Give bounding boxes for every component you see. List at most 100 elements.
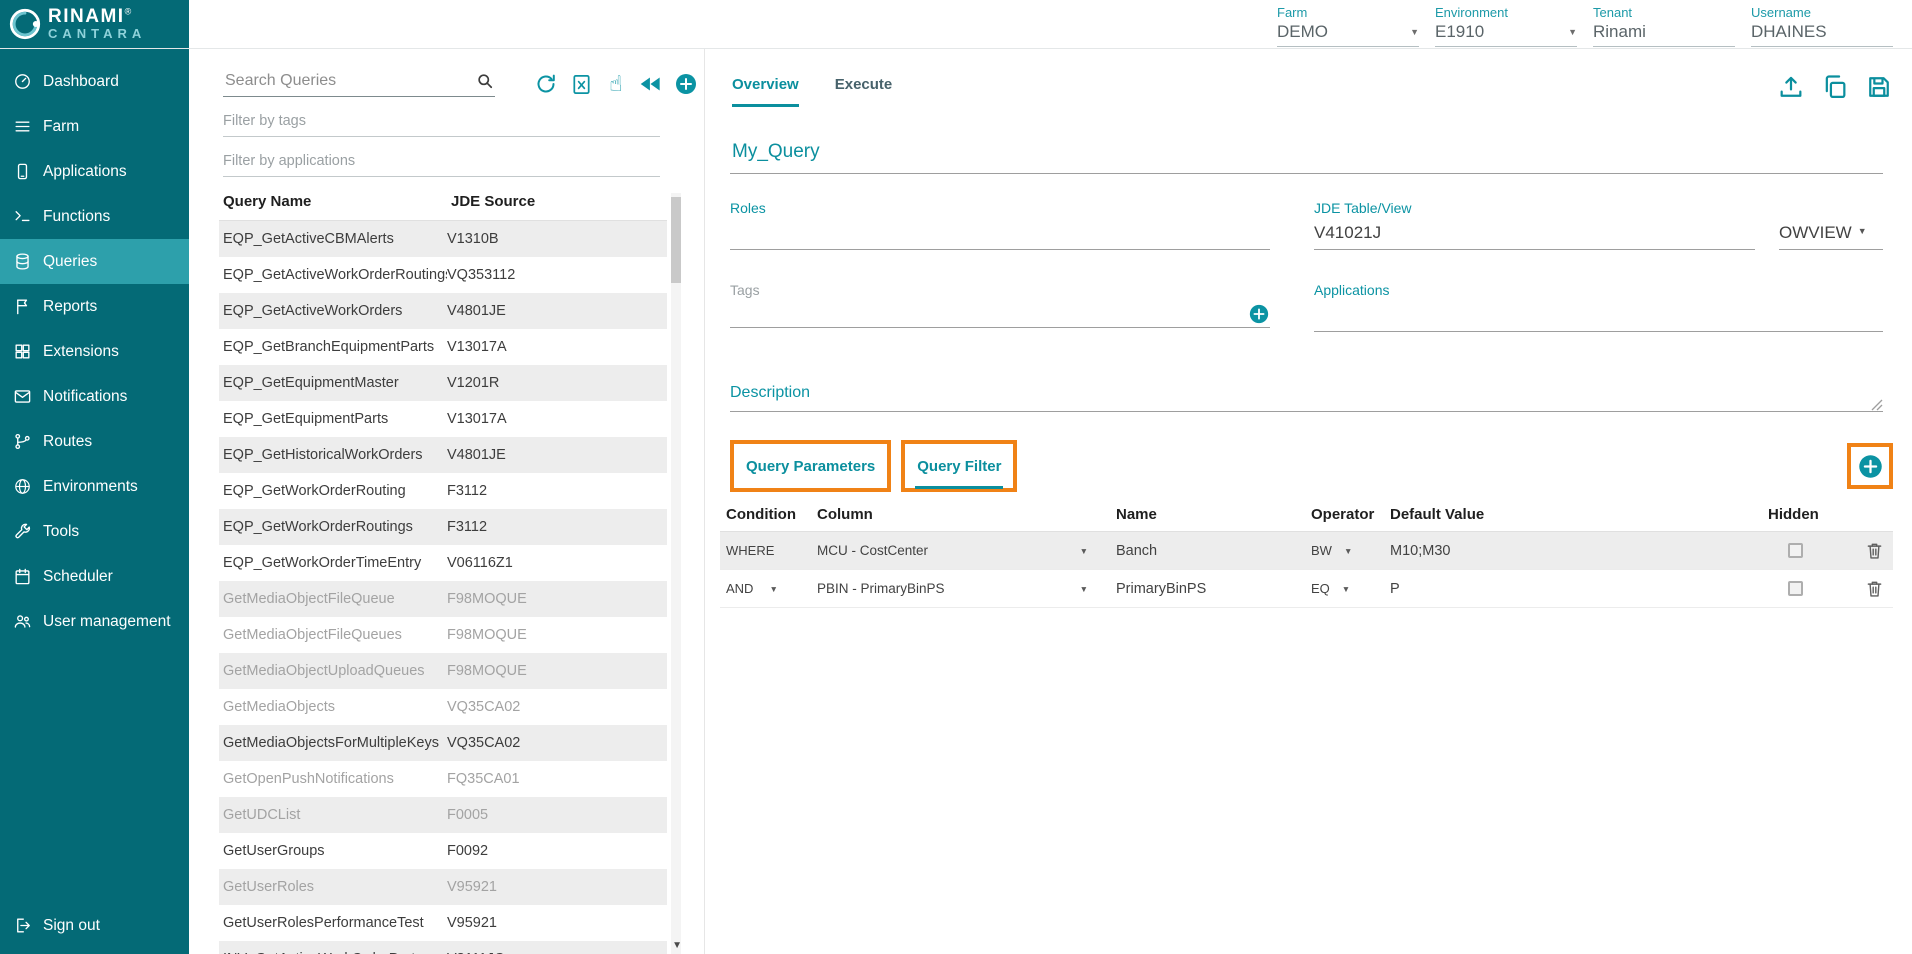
column-select[interactable]: MCU - CostCenter ▼ xyxy=(811,543,1110,558)
operator-select[interactable]: BW ▼ xyxy=(1305,543,1384,558)
filter-by-applications-input[interactable] xyxy=(223,147,660,177)
scrollbar-thumb[interactable] xyxy=(671,197,681,283)
upload-icon[interactable] xyxy=(1777,73,1805,101)
query-row[interactable]: GetMediaObjectsForMultipleKeysVQ35CA02 xyxy=(219,725,667,761)
touch-pointer-icon[interactable]: ☝ xyxy=(603,71,629,97)
roles-field[interactable]: Roles xyxy=(730,200,1270,250)
jde-table-input[interactable] xyxy=(1314,216,1755,250)
default-value-cell[interactable]: P xyxy=(1384,581,1762,597)
save-icon[interactable] xyxy=(1865,73,1893,101)
jde-table-field[interactable]: JDE Table/View xyxy=(1314,200,1755,250)
sidebar-item-farm[interactable]: Farm xyxy=(0,104,189,149)
roles-input[interactable] xyxy=(730,216,1270,250)
sidebar-item-dashboard[interactable]: Dashboard xyxy=(0,59,189,104)
sidebar-item-environments[interactable]: Environments xyxy=(0,464,189,509)
copy-icon[interactable] xyxy=(1821,73,1849,101)
sidebar-item-scheduler[interactable]: Scheduler xyxy=(0,554,189,599)
name-cell[interactable]: PrimaryBinPS xyxy=(1110,581,1305,597)
tab-execute[interactable]: Execute xyxy=(835,76,893,107)
query-row[interactable]: GetMediaObjectUploadQueuesF98MOQUE xyxy=(219,653,667,689)
environment-field[interactable]: Environment E1910▼ xyxy=(1435,5,1577,48)
add-filter-icon[interactable] xyxy=(1857,453,1884,480)
jde-table-label: JDE Table/View xyxy=(1314,200,1755,216)
add-tag-icon[interactable] xyxy=(1248,303,1270,325)
filter-row: WHERE MCU - CostCenter ▼ Banch BW ▼ M10;… xyxy=(720,532,1893,570)
environment-label: Environment xyxy=(1435,5,1577,20)
query-row[interactable]: EQP_GetHistoricalWorkOrdersV4801JE xyxy=(219,437,667,473)
query-name-field[interactable] xyxy=(730,141,1883,174)
query-row[interactable]: GetOpenPushNotificationsFQ35CA01 xyxy=(219,761,667,797)
tags-field[interactable]: Tags xyxy=(730,282,1270,328)
query-row[interactable]: EQP_GetActiveWorkOrdersV4801JE xyxy=(219,293,667,329)
sidebar-item-reports[interactable]: Reports xyxy=(0,284,189,329)
farm-field[interactable]: Farm DEMO▼ xyxy=(1277,5,1419,48)
description-field[interactable]: Description xyxy=(730,384,1883,412)
operator-select[interactable]: EQ ▼ xyxy=(1305,581,1384,596)
username-field: Username DHAINES xyxy=(1751,5,1893,48)
form-fields: Roles JDE Table/View OWVIEW xyxy=(730,200,1883,332)
query-source-cell: F98MOQUE xyxy=(447,663,667,679)
sidebar-item-label: Queries xyxy=(43,253,97,271)
chevron-down-icon: ▼ xyxy=(1344,546,1352,556)
query-row[interactable]: EQP_GetWorkOrderRoutingsF3112 xyxy=(219,509,667,545)
sidebar-item-functions[interactable]: Functions xyxy=(0,194,189,239)
sidebar-item-notifications[interactable]: Notifications xyxy=(0,374,189,419)
default-value-cell[interactable]: M10;M30 xyxy=(1384,543,1762,559)
excel-export-icon[interactable] xyxy=(568,71,594,97)
sidebar-item-routes[interactable]: Routes xyxy=(0,419,189,464)
search-field[interactable] xyxy=(223,71,495,97)
query-source-cell: V06116Z1 xyxy=(447,555,667,571)
query-row[interactable]: GetMediaObjectsVQ35CA02 xyxy=(219,689,667,725)
sidebar-item-tools[interactable]: Tools xyxy=(0,509,189,554)
farm-label: Farm xyxy=(1277,5,1419,20)
name-cell[interactable]: Banch xyxy=(1110,543,1305,559)
column-header: Column xyxy=(811,506,1110,523)
jde-view-type-select[interactable]: OWVIEW ▼ xyxy=(1779,223,1883,250)
sidebar-item-user-management[interactable]: User management xyxy=(0,599,189,644)
query-row[interactable]: GetUserRolesV95921 xyxy=(219,869,667,905)
tab-query-filter[interactable]: Query Filter xyxy=(915,444,1003,489)
query-row[interactable]: EQP_GetWorkOrderTimeEntryV06116Z1 xyxy=(219,545,667,581)
dashboard-icon xyxy=(13,72,32,91)
condition-select[interactable]: AND ▼ xyxy=(720,581,811,596)
filter-by-tags-input[interactable] xyxy=(223,107,660,137)
query-row[interactable]: INV_GetActiveWorkOrderPartsV3111JC xyxy=(219,941,667,954)
query-row[interactable]: EQP_GetActiveCBMAlertsV1310B xyxy=(219,221,667,257)
search-input[interactable] xyxy=(223,71,475,91)
query-row[interactable]: GetUserRolesPerformanceTestV95921 xyxy=(219,905,667,941)
resize-handle-icon[interactable] xyxy=(1871,399,1883,411)
delete-icon[interactable] xyxy=(1864,578,1885,599)
sidebar-item-sign-out[interactable]: Sign out xyxy=(0,903,189,948)
query-row[interactable]: EQP_GetWorkOrderRoutingF3112 xyxy=(219,473,667,509)
query-row[interactable]: GetMediaObjectFileQueuesF98MOQUE xyxy=(219,617,667,653)
query-row[interactable]: EQP_GetBranchEquipmentPartsV13017A xyxy=(219,329,667,365)
tenant-field: Tenant Rinami xyxy=(1593,5,1735,48)
query-row[interactable]: EQP_GetEquipmentMasterV1201R xyxy=(219,365,667,401)
delete-icon[interactable] xyxy=(1864,540,1885,561)
sidebar-item-applications[interactable]: Applications xyxy=(0,149,189,194)
query-row[interactable]: GetMediaObjectFileQueueF98MOQUE xyxy=(219,581,667,617)
query-row[interactable]: GetUserGroupsF0092 xyxy=(219,833,667,869)
query-row[interactable]: EQP_GetActiveWorkOrderRoutingsVQ353112 xyxy=(219,257,667,293)
scrollbar-down-icon[interactable]: ▼ xyxy=(672,940,682,951)
applications-field[interactable]: Applications xyxy=(1314,282,1883,332)
query-name-input[interactable] xyxy=(730,141,1883,174)
add-query-icon[interactable] xyxy=(673,71,699,97)
collapse-left-icon[interactable] xyxy=(638,71,664,97)
column-select[interactable]: PBIN - PrimaryBinPS ▼ xyxy=(811,581,1110,596)
query-name-cell: EQP_GetWorkOrderRoutings xyxy=(219,519,447,535)
sidebar-item-queries[interactable]: Queries xyxy=(0,239,189,284)
tab-overview[interactable]: Overview xyxy=(732,76,799,107)
query-row[interactable]: GetUDCListF0005 xyxy=(219,797,667,833)
hidden-checkbox[interactable] xyxy=(1788,543,1803,558)
query-source-cell: FQ35CA01 xyxy=(447,771,667,787)
refresh-icon[interactable] xyxy=(533,71,559,97)
applications-input[interactable] xyxy=(1314,298,1883,332)
tab-query-parameters[interactable]: Query Parameters xyxy=(744,444,877,489)
chevron-down-icon: ▼ xyxy=(1342,584,1350,594)
sidebar-item-extensions[interactable]: Extensions xyxy=(0,329,189,374)
query-source-cell: VQ35CA02 xyxy=(447,699,667,715)
query-row[interactable]: EQP_GetEquipmentPartsV13017A xyxy=(219,401,667,437)
hidden-checkbox[interactable] xyxy=(1788,581,1803,596)
list-scrollbar[interactable] xyxy=(671,193,681,954)
